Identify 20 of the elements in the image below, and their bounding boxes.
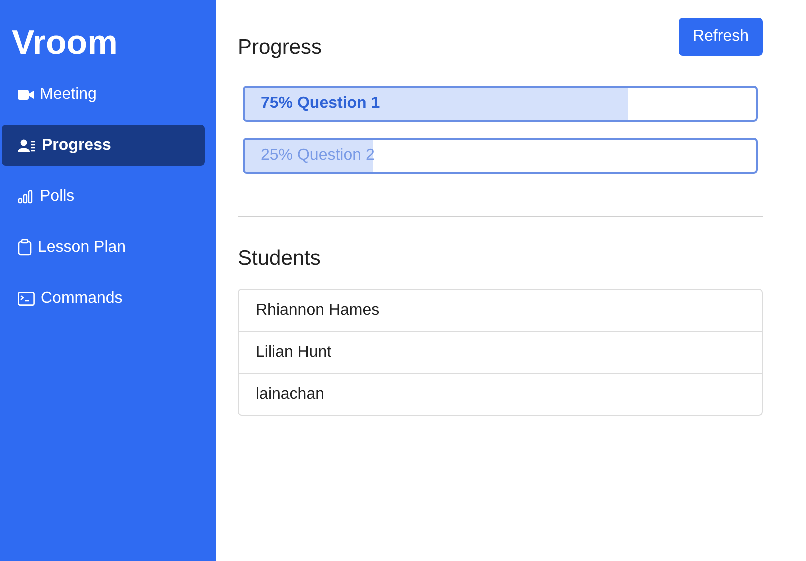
camera-icon [18, 88, 34, 100]
terminal-icon [18, 292, 35, 306]
sidebar-item[interactable]: Meeting [2, 74, 205, 115]
sidebar-item[interactable]: Lesson Plan [2, 227, 205, 268]
student-item: Lilian Hunt [239, 331, 762, 373]
sidebar-item[interactable]: Commands [2, 278, 205, 319]
bar-chart-icon [18, 190, 34, 204]
person-list-icon [18, 138, 36, 152]
section-title: Students [238, 247, 322, 271]
progress-bar[interactable]: 75% Question 1 [243, 86, 758, 122]
app-title: Vroom [11, 23, 118, 62]
progress-label: 25% Question 2 [260, 147, 375, 164]
clipboard-icon [18, 239, 32, 256]
student-item: lainachan [239, 373, 762, 415]
page-title: Progress [238, 36, 322, 60]
refresh-button[interactable]: Refresh [678, 18, 763, 56]
student-item: Rhiannon Hames [255, 301, 381, 321]
progress-label: 75% Question 1 [260, 95, 380, 112]
sidebar-item[interactable]: Polls [2, 176, 205, 217]
sidebar-item[interactable]: Progress [2, 125, 205, 166]
